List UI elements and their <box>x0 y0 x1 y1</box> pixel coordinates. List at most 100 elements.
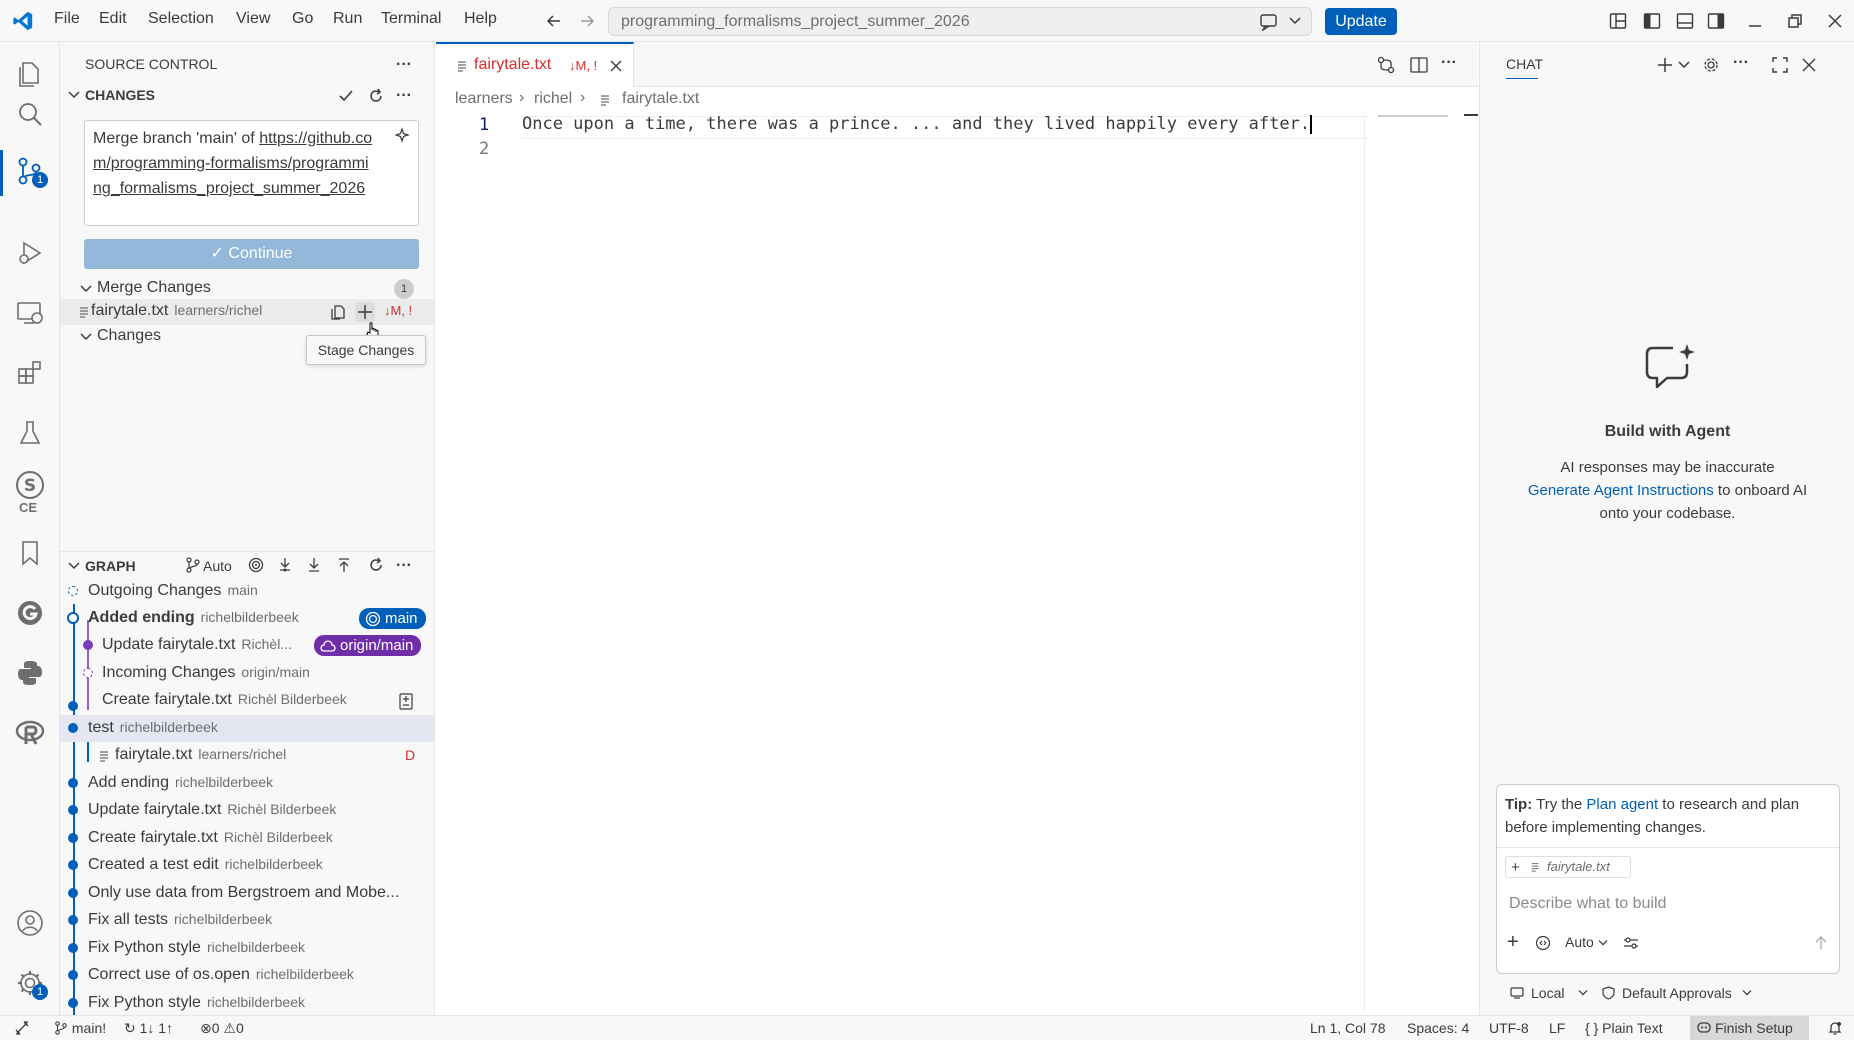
chevron-down-icon[interactable] <box>1678 60 1690 70</box>
fetch-icon[interactable] <box>277 557 293 573</box>
remote-indicator-icon[interactable] <box>14 1020 30 1036</box>
graph-row[interactable]: test richelbilderbeek <box>60 715 434 742</box>
python-icon[interactable] <box>15 658 45 688</box>
graph-row[interactable]: Incoming Changes origin/main <box>60 660 434 687</box>
minimap[interactable] <box>1364 113 1464 1013</box>
customize-layout-icon[interactable] <box>1609 12 1627 30</box>
sync-status[interactable]: ↻ 1↓ 1↑ <box>124 1020 173 1037</box>
encoding[interactable]: UTF-8 <box>1489 1020 1529 1036</box>
close-tab-icon[interactable] <box>609 59 623 73</box>
tools-icon[interactable] <box>1535 935 1551 951</box>
close-chat-icon[interactable] <box>1800 56 1818 74</box>
commit-message-input[interactable]: Merge branch 'main' of https://github.co… <box>84 120 419 226</box>
graph-row[interactable]: Added ending richelbilderbeek main <box>60 605 434 632</box>
editor-line-1[interactable]: Once upon a time, there was a prince. ..… <box>522 114 1313 134</box>
remote-explorer-icon[interactable] <box>15 298 45 328</box>
graph-row[interactable]: Create fairytale.txt Richèl Bilderbeek <box>60 687 434 714</box>
graph-row[interactable]: Correct use of os.open richelbilderbeek <box>60 962 434 989</box>
chevron-down-icon[interactable] <box>1598 939 1608 947</box>
chat-prompt-input[interactable]: Describe what to build <box>1509 895 1666 913</box>
menu-terminal[interactable]: Terminal <box>381 10 441 28</box>
testing-flask-icon[interactable] <box>15 418 45 448</box>
chevron-down-icon[interactable] <box>68 90 80 100</box>
search-icon[interactable] <box>15 99 45 129</box>
close-window-icon[interactable] <box>1826 12 1844 30</box>
continue-button[interactable]: ✓ Continue <box>84 239 419 269</box>
changes-group[interactable]: Changes <box>97 327 161 345</box>
toggle-secondary-sidebar-icon[interactable] <box>1707 12 1725 30</box>
maximize-icon[interactable] <box>1771 56 1789 74</box>
open-file-icon[interactable] <box>330 304 346 320</box>
mode-picker[interactable]: Auto <box>1565 934 1594 950</box>
stage-changes-plus-icon[interactable] <box>355 302 375 322</box>
indentation[interactable]: Spaces: 4 <box>1407 1020 1469 1036</box>
split-editor-icon[interactable] <box>1409 55 1429 75</box>
plan-agent-link[interactable]: Plan agent <box>1586 796 1658 813</box>
target-icon[interactable] <box>248 557 264 573</box>
commit-check-icon[interactable] <box>338 88 354 104</box>
tab-fairytale[interactable]: fairytale.txt ↓M, ! <box>436 42 634 87</box>
refresh-icon[interactable] <box>368 88 384 104</box>
command-center-search[interactable]: programming_formalisms_project_summer_20… <box>608 7 1312 36</box>
r-language-icon[interactable] <box>15 718 45 748</box>
chevron-down-icon[interactable] <box>80 332 92 342</box>
back-arrow-icon[interactable] <box>545 12 563 30</box>
graph-more-icon[interactable]: ··· <box>396 557 412 575</box>
menu-selection[interactable]: Selection <box>148 10 214 28</box>
menu-view[interactable]: View <box>236 10 270 28</box>
run-debug-icon[interactable] <box>15 238 45 268</box>
forward-arrow-icon[interactable] <box>578 12 596 30</box>
editor-more-icon[interactable]: ··· <box>1441 54 1457 72</box>
notifications-bell-icon[interactable] <box>1827 1020 1843 1036</box>
toggle-primary-sidebar-icon[interactable] <box>1643 12 1661 30</box>
menu-run[interactable]: Run <box>333 10 362 28</box>
open-changes-icon[interactable] <box>398 692 414 710</box>
changes-more-icon[interactable]: ··· <box>396 87 412 105</box>
sparkle-icon[interactable] <box>395 127 411 143</box>
manage-gear-icon[interactable]: 1 <box>15 968 48 1000</box>
chevron-down-icon[interactable] <box>68 561 80 571</box>
chevron-down-icon[interactable] <box>80 284 92 294</box>
pull-icon[interactable] <box>306 557 322 573</box>
graph-row[interactable]: Fix Python style richelbilderbeek <box>60 935 434 962</box>
graph-auto-label[interactable]: Auto <box>203 558 232 574</box>
explorer-icon[interactable] <box>15 58 45 88</box>
configure-tools-icon[interactable] <box>1623 935 1639 951</box>
chat-more-icon[interactable]: ··· <box>1733 54 1749 72</box>
accounts-icon[interactable] <box>15 908 45 938</box>
extensions-icon[interactable] <box>15 358 45 388</box>
merge-changes-group[interactable]: Merge Changes <box>97 279 211 297</box>
more-actions-icon[interactable]: ··· <box>396 56 412 74</box>
graph-row[interactable]: Created a test edit richelbilderbeek <box>60 852 434 879</box>
graph-file-row[interactable]: fairytale.txt learners/richel D <box>60 742 434 769</box>
graph-row[interactable]: Add ending richelbilderbeek <box>60 770 434 797</box>
graph-row[interactable]: Only use data from Bergstroem and Mobe..… <box>60 880 434 907</box>
breadcrumb-richel[interactable]: richel <box>534 90 572 108</box>
graph-row[interactable]: Outgoing Changes main <box>60 578 434 605</box>
breadcrumb-learners[interactable]: learners <box>455 90 513 108</box>
menu-help[interactable]: Help <box>464 10 497 28</box>
branch-status[interactable]: main! <box>54 1020 106 1036</box>
add-context-plus-icon[interactable]: + <box>1511 859 1520 876</box>
menu-edit[interactable]: Edit <box>99 10 127 28</box>
source-control-icon[interactable]: 1 <box>15 156 48 188</box>
minimize-icon[interactable] <box>1746 12 1764 30</box>
push-icon[interactable] <box>336 557 352 573</box>
attachment-chip[interactable]: + fairytale.txt <box>1505 856 1631 878</box>
restore-icon[interactable] <box>1786 12 1804 30</box>
new-chat-plus-icon[interactable] <box>1656 56 1674 74</box>
open-changes-diff-icon[interactable] <box>1376 55 1396 75</box>
gitkraken-icon[interactable] <box>15 598 45 628</box>
cursor-position[interactable]: Ln 1, Col 78 <box>1310 1020 1386 1036</box>
end-of-line[interactable]: LF <box>1549 1020 1565 1036</box>
menu-go[interactable]: Go <box>292 10 313 28</box>
bookmarks-icon[interactable] <box>15 538 45 568</box>
send-arrow-icon[interactable] <box>1813 935 1829 951</box>
copilot-chat-icon[interactable] <box>1259 13 1279 31</box>
compiler-explorer-icon[interactable]: S CE <box>15 470 45 520</box>
chat-settings-gear-icon[interactable] <box>1702 56 1720 74</box>
graph-row[interactable]: Fix Python style richelbilderbeek <box>60 990 434 1015</box>
graph-row[interactable]: Update fairytale.txt Richèl Bilderbeek <box>60 797 434 824</box>
graph-header[interactable]: GRAPH <box>85 558 136 574</box>
update-button[interactable]: Update <box>1325 8 1397 35</box>
